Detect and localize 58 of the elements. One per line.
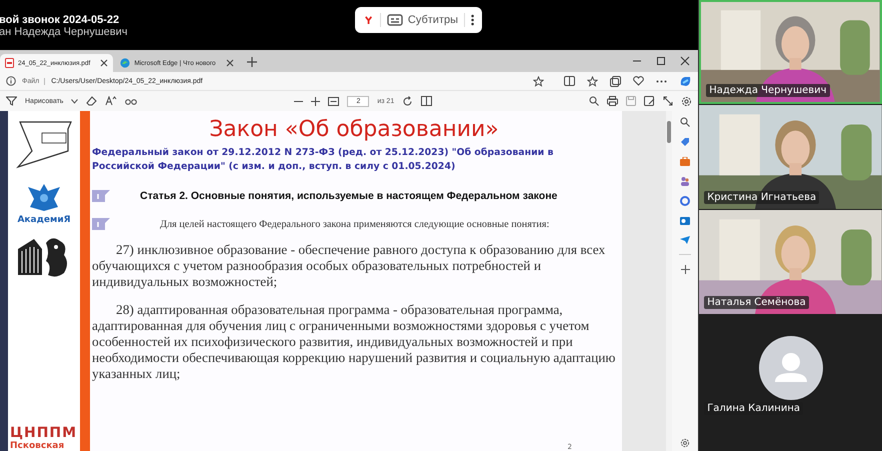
new-tab-icon[interactable] (246, 57, 257, 67)
page-view-icon[interactable] (421, 96, 432, 106)
center-logo-text: ЦНППМ (10, 425, 78, 441)
add-icon[interactable] (680, 265, 690, 274)
settings-icon[interactable] (680, 438, 690, 448)
search-icon[interactable] (680, 117, 690, 127)
meeting-title: вой звонок 2024-05-22 (0, 14, 120, 26)
circle-app-icon[interactable] (680, 196, 690, 206)
edge-logo-icon (120, 58, 130, 68)
people-icon[interactable] (680, 176, 690, 186)
close-icon[interactable] (680, 56, 690, 66)
send-icon[interactable] (680, 236, 690, 244)
filter-icon[interactable] (6, 96, 17, 106)
mail-app-icon[interactable] (680, 216, 690, 226)
article-heading: Статья 2. Основные понятия, используемые в настоящем Федеральном законе (140, 190, 558, 202)
briefcase-icon[interactable] (680, 157, 690, 166)
more-icon[interactable] (656, 80, 668, 82)
maximize-icon[interactable] (656, 56, 666, 66)
settings-icon[interactable] (681, 96, 692, 106)
spellcheck-icon[interactable] (125, 96, 138, 106)
subtitles-icon (386, 14, 403, 26)
split-screen-icon[interactable] (564, 76, 576, 86)
participant-tile[interactable]: Кристина Игнатьева (699, 105, 882, 209)
info-icon[interactable] (6, 76, 16, 86)
close-icon[interactable] (226, 59, 234, 67)
participant-name: Надежда Чернушевич (706, 84, 830, 97)
close-icon[interactable] (100, 59, 108, 67)
text-size-icon[interactable] (105, 96, 118, 106)
law-reference: Федеральный закон от 29.12.2012 N 273-ФЗ (ред. от 25.12.2023) "Об образовании в Российской Федерации" (с изм. и доп., вступ. в силу с 01.05.2024) (92, 146, 554, 174)
fit-page-icon[interactable] (328, 96, 340, 106)
favorites-icon[interactable] (587, 76, 598, 86)
region-logo-text: Псковская (10, 441, 64, 451)
zoom-in-icon[interactable] (311, 96, 320, 106)
more-icon[interactable] (470, 13, 474, 27)
participant-name: Кристина Игнатьева (704, 191, 820, 204)
participant-tile[interactable]: Наталья Семёнова (699, 210, 882, 314)
subtitles-button[interactable]: Субтитры (386, 14, 458, 26)
star-icon[interactable] (533, 76, 544, 86)
avatar-icon (758, 336, 823, 400)
participant-tile[interactable]: Надежда Чернушевич (699, 0, 882, 104)
definition-paragraph: 27) инклюзивное образование - обеспечение равного доступа к образованию для всех обучающихся с учетом разнообразия особых образовательных потребностей и индивидуальных возможностей; (92, 242, 606, 290)
print-icon[interactable] (607, 96, 618, 106)
save-as-icon[interactable] (644, 96, 656, 106)
pdf-file-icon (5, 58, 14, 68)
rotate-icon[interactable] (402, 96, 414, 106)
participant-name: Наталья Семёнова (704, 296, 809, 309)
heart-icon[interactable] (633, 76, 644, 86)
eraser-icon[interactable] (86, 96, 98, 106)
collections-icon[interactable] (610, 76, 622, 86)
scrollbar[interactable] (666, 111, 672, 451)
tag-icon[interactable] (680, 137, 690, 147)
document-title: Закон «Об образовании» (208, 117, 500, 142)
fullscreen-icon[interactable] (663, 96, 674, 106)
search-icon[interactable] (589, 96, 600, 106)
caret-icon[interactable] (71, 98, 78, 104)
definition-paragraph: 28) адаптированная образовательная программа - образовательная программа, адаптированная для обучения лиц с ограниченными возможностями здоровья с учетом особенностей их психофизического развития, индивидуальных возможностей и при необходимости обеспечивающая коррекцию нарушений развития и социальную адаптацию указанных лиц; (92, 302, 616, 382)
intro-sentence: Для целей настоящего Федерального закона применяются следующие основные понятия: (160, 218, 550, 230)
academy-logo-text: АкадемиЯ (17, 215, 71, 225)
